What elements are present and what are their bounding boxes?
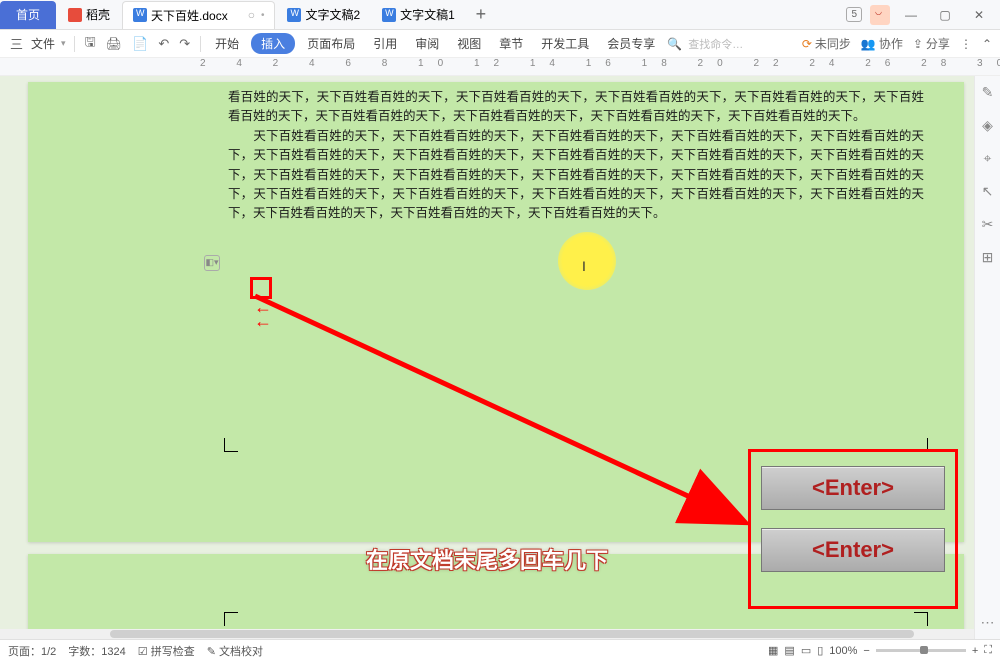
tab-home[interactable]: 首页 [0, 1, 56, 29]
expand-icon[interactable]: ⌃ [982, 37, 992, 51]
close-icon[interactable]: ○ [248, 8, 255, 22]
view-read-icon[interactable]: ▯ [817, 644, 823, 657]
zoom-out-button[interactable]: − [863, 645, 869, 657]
tab-doc1[interactable]: 文字文稿1 [372, 1, 465, 29]
close-button[interactable]: ✕ [966, 8, 992, 22]
sidebar-outline-icon[interactable]: ⌖ [984, 150, 992, 167]
tab-daoke[interactable]: 稻壳 [58, 1, 120, 29]
save-icon[interactable]: 🖫 [83, 33, 98, 55]
search-icon[interactable]: 🔍 [667, 37, 682, 51]
right-sidebar: ✎ ◈ ⌖ ↖ ✂ ⊞ ⋯ [974, 76, 1000, 639]
sidebar-clip-icon[interactable]: ✂ [982, 216, 994, 233]
page-margin-marker [914, 612, 928, 626]
enter-keys-panel: <Enter> <Enter> [748, 449, 958, 609]
unsync-button[interactable]: ⟳未同步 [802, 35, 851, 52]
view-page-icon[interactable]: ▦ [768, 644, 778, 657]
minimize-button[interactable]: — [898, 8, 924, 22]
annotation-box [250, 277, 272, 299]
menu-review[interactable]: 审阅 [409, 35, 445, 52]
tab-label: 文字文稿2 [305, 6, 360, 23]
word-icon [133, 8, 147, 22]
share-button[interactable]: ⇪分享 [913, 35, 950, 52]
sidebar-more-icon[interactable]: ⋯ [981, 614, 995, 631]
menu-start[interactable]: 开始 [209, 35, 245, 52]
enter-key-hint: <Enter> [761, 466, 945, 510]
document-workspace[interactable]: 看百姓的天下，天下百姓看百姓的天下，天下百姓看百姓的天下，天下百姓看百姓的天下，… [0, 76, 974, 639]
paragraph[interactable]: 天下百姓看百姓的天下，天下百姓看百姓的天下，天下百姓看百姓的天下，天下百姓看百姓… [228, 127, 924, 224]
word-icon [287, 8, 301, 22]
sidebar-select-icon[interactable]: ↖ [982, 183, 994, 200]
toolbar: 三 文件 ▾ 🖫 🖨 📄 ↶ ↷ 开始 插入 页面布局 引用 审阅 视图 章节 … [0, 30, 1000, 58]
undo-icon[interactable]: ↶ [156, 36, 171, 52]
tab-label: 天下百姓.docx [151, 7, 228, 24]
preview-icon[interactable]: 📄 [130, 36, 150, 52]
maximize-button[interactable]: ▢ [932, 8, 958, 22]
menu-insert[interactable]: 插入 [251, 33, 295, 54]
status-proofread[interactable]: ✎ 文档校对 [207, 643, 263, 659]
status-bar: 页面：1/2 字数：1324 ☑ 拼写检查 ✎ 文档校对 ▦ ▤ ▭ ▯ 100… [0, 639, 1000, 661]
page-margin-marker [224, 612, 238, 626]
status-wordcount[interactable]: 字数：1324 [68, 643, 125, 659]
page-margin-marker [224, 438, 238, 452]
more-icon[interactable]: ⋮ [960, 37, 972, 51]
word-icon [382, 8, 396, 22]
status-page[interactable]: 页面：1/2 [8, 643, 56, 659]
menu-pagelayout[interactable]: 页面布局 [301, 35, 361, 52]
sidebar-style-icon[interactable]: ◈ [982, 117, 993, 134]
tab-doc2[interactable]: 文字文稿2 [277, 1, 370, 29]
horizontal-ruler: 2 4 2 4 6 8 10 12 14 16 18 20 22 24 26 2… [0, 58, 1000, 76]
avatar[interactable] [870, 5, 890, 25]
zoom-level[interactable]: 100% [829, 645, 857, 657]
highlight-marker [558, 232, 616, 290]
zoom-slider[interactable] [876, 649, 966, 652]
daoke-icon [68, 8, 82, 22]
tab-active-doc[interactable]: 天下百姓.docx○• [122, 1, 275, 29]
tutorial-caption: 在原文档末尾多回车几下 [366, 543, 608, 575]
sidebar-format-icon[interactable]: ✎ [982, 84, 994, 101]
menu-reference[interactable]: 引用 [367, 35, 403, 52]
text-cursor-icon: I [582, 258, 586, 274]
search-placeholder[interactable]: 查找命令… [688, 36, 743, 52]
title-bar: 首页 稻壳 天下百姓.docx○• 文字文稿2 文字文稿1 + 5 — ▢ ✕ [0, 0, 1000, 30]
document-text[interactable]: 看百姓的天下，天下百姓看百姓的天下，天下百姓看百姓的天下，天下百姓看百姓的天下，… [228, 88, 924, 224]
status-spellcheck[interactable]: ☑ 拼写检查 [138, 643, 195, 659]
tab-label: 文字文稿1 [400, 6, 455, 23]
scrollbar-thumb[interactable] [110, 630, 914, 638]
annotation-arrows: ←← [254, 300, 270, 328]
menu-dev[interactable]: 开发工具 [535, 35, 595, 52]
notification-badge[interactable]: 5 [846, 7, 862, 22]
page-widget-icon[interactable]: ◧▾ [204, 255, 220, 271]
paragraph[interactable]: 看百姓的天下，天下百姓看百姓的天下，天下百姓看百姓的天下，天下百姓看百姓的天下，… [228, 88, 924, 127]
menu-section[interactable]: 章节 [493, 35, 529, 52]
horizontal-scrollbar[interactable] [0, 629, 974, 639]
view-outline-icon[interactable]: ▭ [801, 644, 811, 657]
view-web-icon[interactable]: ▤ [784, 644, 794, 657]
fullscreen-icon[interactable]: ⛶ [984, 644, 992, 657]
sidebar-setting-icon[interactable]: ⊞ [982, 249, 994, 266]
menu-view[interactable]: 视图 [451, 35, 487, 52]
add-tab-button[interactable]: + [467, 1, 495, 29]
redo-icon[interactable]: ↷ [177, 36, 192, 52]
enter-key-hint: <Enter> [761, 528, 945, 572]
coop-button[interactable]: 👥协作 [861, 35, 903, 52]
menu-icon[interactable]: 三 [8, 34, 25, 53]
zoom-in-button[interactable]: + [972, 645, 978, 657]
menu-vip[interactable]: 会员专享 [601, 35, 661, 52]
print-icon[interactable]: 🖨 [104, 36, 125, 52]
tab-label: 稻壳 [86, 6, 110, 23]
file-menu[interactable]: 文件 [31, 35, 55, 52]
zoom-slider-thumb[interactable] [920, 646, 928, 654]
